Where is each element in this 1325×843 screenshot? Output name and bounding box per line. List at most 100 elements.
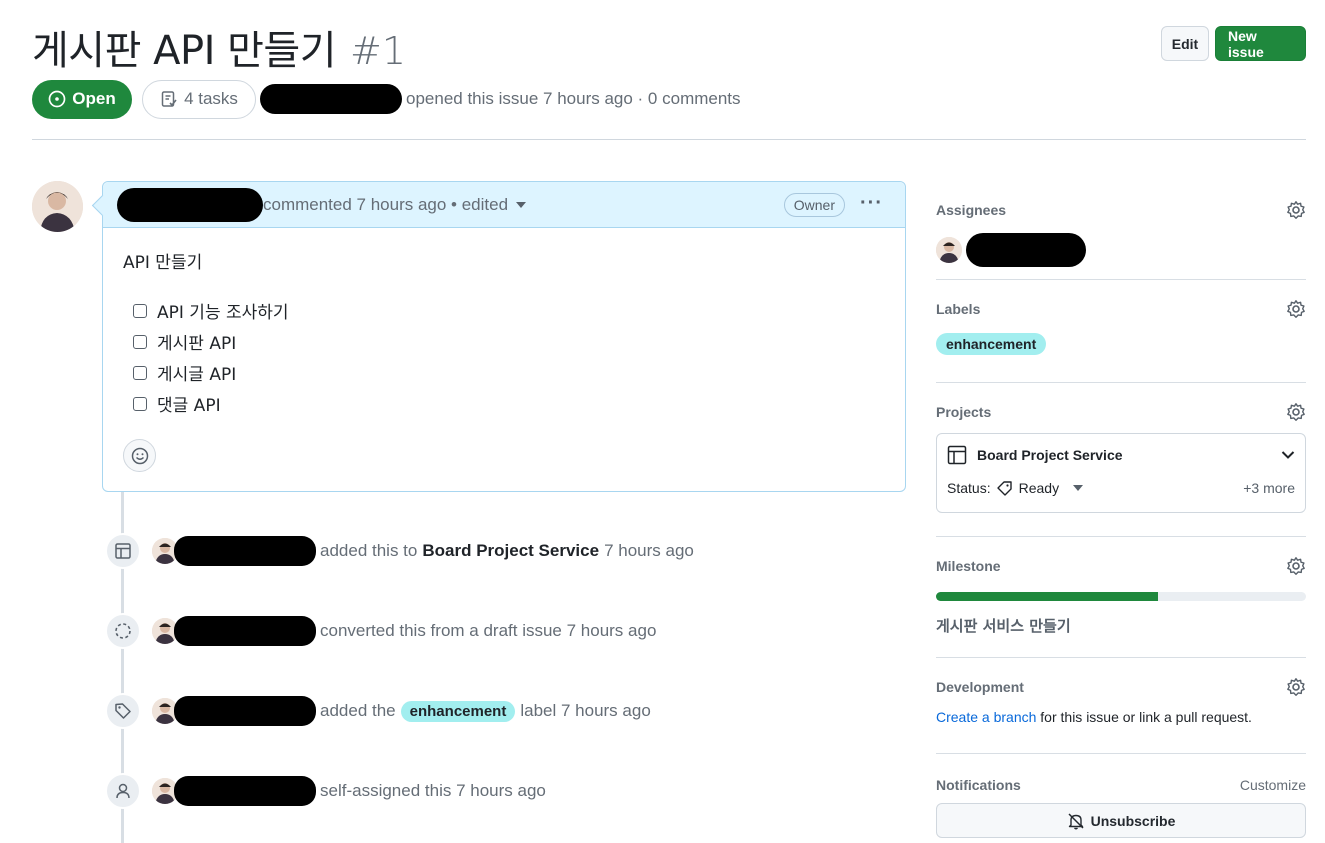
unsubscribe-label: Unsubscribe bbox=[1090, 812, 1176, 829]
tag-icon bbox=[996, 481, 1012, 496]
task-item[interactable]: 게시판 API bbox=[123, 326, 885, 357]
avatar[interactable] bbox=[936, 237, 962, 263]
milestone-progress-fill bbox=[936, 592, 1158, 601]
state-label: Open bbox=[72, 89, 116, 108]
event-text: added this to bbox=[320, 541, 418, 560]
sidebar-assignees: Assignees bbox=[936, 200, 1306, 280]
timeline-event-text: converted this from a draft issue 7 hour… bbox=[320, 621, 657, 640]
sidebar-heading: Projects bbox=[936, 404, 992, 420]
tag-icon bbox=[105, 693, 141, 729]
sidebar-heading: Notifications bbox=[936, 777, 1021, 793]
redacted-author bbox=[174, 536, 316, 566]
state-badge: Open bbox=[32, 79, 132, 119]
timeline-event-text: self-assigned this 7 hours ago bbox=[320, 781, 546, 800]
new-issue-button[interactable]: New issue bbox=[1215, 26, 1306, 61]
redacted-author bbox=[174, 696, 316, 726]
redacted-assignee bbox=[966, 233, 1086, 267]
timeline-event: added this to Board Project Service 7 ho… bbox=[105, 533, 694, 569]
timeline-event: self-assigned this 7 hours ago bbox=[105, 773, 546, 809]
tasks-pill[interactable]: 4 tasks bbox=[142, 79, 256, 119]
avatar[interactable] bbox=[32, 181, 83, 232]
issue-meta-text: opened this issue 7 hours ago · 0 commen… bbox=[406, 89, 741, 108]
redacted-author bbox=[117, 187, 263, 222]
more-fields[interactable]: +3 more bbox=[1243, 480, 1295, 496]
table-icon bbox=[947, 445, 967, 465]
sidebar-projects: Projects Board Project Service Status: R… bbox=[936, 402, 1306, 537]
sidebar-heading: Labels bbox=[936, 301, 981, 317]
task-checkbox[interactable] bbox=[133, 365, 147, 380]
draft-issue-icon bbox=[105, 613, 141, 649]
tasks-count: 4 tasks bbox=[184, 89, 238, 108]
redacted-author bbox=[260, 84, 402, 114]
gear-icon[interactable] bbox=[1286, 200, 1306, 220]
comment-header: commented 7 hours ago • edited Owner ··· bbox=[103, 182, 905, 228]
project-name[interactable]: Board Project Service bbox=[977, 447, 1123, 463]
bell-slash-icon bbox=[1068, 812, 1084, 829]
comment-body-title: API 만들기 bbox=[123, 253, 203, 273]
chevron-down-icon[interactable] bbox=[1281, 450, 1295, 460]
caret-down-icon[interactable] bbox=[1073, 485, 1084, 491]
sidebar-development: Development Create a branch for this iss… bbox=[936, 677, 1306, 754]
tasklist-icon bbox=[161, 91, 177, 107]
redacted-author bbox=[174, 776, 316, 806]
task-label: API 기능 조사하기 bbox=[157, 303, 289, 323]
timeline-event: converted this from a draft issue 7 hour… bbox=[105, 613, 656, 649]
sidebar-milestone: Milestone 게시판 서비스 만들기 bbox=[936, 556, 1306, 658]
task-label: 댓글 API bbox=[157, 396, 221, 416]
customize-link[interactable]: Customize bbox=[1240, 777, 1306, 793]
label-enhancement[interactable]: enhancement bbox=[936, 333, 1047, 355]
person-icon bbox=[105, 773, 141, 809]
event-text: added the bbox=[320, 701, 396, 720]
task-checkbox[interactable] bbox=[133, 396, 147, 411]
project-link[interactable]: Board Project Service bbox=[422, 541, 599, 561]
unsubscribe-button[interactable]: Unsubscribe bbox=[936, 803, 1306, 838]
issue-title: 게시판 API 만들기 bbox=[32, 28, 337, 74]
milestone-progress-bar bbox=[936, 592, 1306, 601]
sidebar-heading: Milestone bbox=[936, 558, 1001, 574]
owner-badge: Owner bbox=[783, 193, 845, 217]
milestone-title[interactable]: 게시판 서비스 만들기 bbox=[936, 615, 1306, 636]
comment-header-text: commented 7 hours ago • edited bbox=[263, 194, 509, 214]
development-text: Create a branch for this issue or link a… bbox=[936, 709, 1306, 725]
event-time[interactable]: 7 hours ago bbox=[604, 541, 694, 561]
issue-title-row: 게시판 API 만들기 #1 bbox=[32, 18, 406, 76]
label-enhancement[interactable]: enhancement bbox=[400, 700, 516, 722]
smiley-icon bbox=[131, 447, 148, 464]
edit-button[interactable]: Edit bbox=[1161, 26, 1209, 61]
development-rest: for this issue or link a pull request. bbox=[1040, 709, 1252, 725]
project-card[interactable]: Board Project Service Status: Ready +3 m… bbox=[936, 433, 1306, 513]
caret-down-icon[interactable] bbox=[516, 201, 527, 208]
sidebar-notifications: Notifications Customize Unsubscribe bbox=[936, 777, 1306, 838]
issue-number: #1 bbox=[350, 29, 407, 73]
gear-icon[interactable] bbox=[1286, 402, 1306, 422]
gear-icon[interactable] bbox=[1286, 677, 1306, 697]
task-item[interactable]: 게시글 API bbox=[123, 357, 885, 388]
header-actions: Edit New issue bbox=[1161, 26, 1306, 61]
status-label: Status: bbox=[947, 480, 991, 496]
table-icon bbox=[105, 533, 141, 569]
kebab-menu-icon[interactable]: ··· bbox=[860, 192, 883, 215]
task-label: 게시판 API bbox=[157, 334, 237, 354]
header-divider bbox=[32, 139, 1306, 140]
task-item[interactable]: API 기능 조사하기 bbox=[123, 295, 885, 326]
redacted-author bbox=[174, 616, 316, 646]
sidebar-heading: Development bbox=[936, 679, 1024, 695]
timeline-event-text: added the enhancement label 7 hours ago bbox=[320, 700, 651, 722]
create-branch-link[interactable]: Create a branch bbox=[936, 709, 1036, 725]
task-checkbox[interactable] bbox=[133, 334, 147, 349]
sidebar-heading: Assignees bbox=[936, 202, 1007, 218]
issue-comment: commented 7 hours ago • edited Owner ···… bbox=[102, 181, 906, 492]
issue-meta-row: Open 4 tasks opened this issue 7 hours a… bbox=[32, 79, 741, 119]
sidebar-labels: Labels enhancement bbox=[936, 299, 1306, 383]
timeline-event: added the enhancement label 7 hours ago bbox=[105, 693, 651, 729]
timeline-event-text: added this to Board Project Service 7 ho… bbox=[320, 541, 694, 561]
task-item[interactable]: 댓글 API bbox=[123, 388, 885, 419]
issue-open-icon bbox=[48, 90, 66, 108]
comment-body: API 만들기 API 기능 조사하기 게시판 API 게시글 API 댓글 A… bbox=[103, 228, 905, 419]
add-reaction-button[interactable] bbox=[123, 439, 156, 472]
gear-icon[interactable] bbox=[1286, 556, 1306, 576]
status-value[interactable]: Ready bbox=[1019, 480, 1059, 496]
task-checkbox[interactable] bbox=[133, 303, 147, 318]
event-text: label 7 hours ago bbox=[520, 701, 651, 720]
gear-icon[interactable] bbox=[1286, 299, 1306, 319]
